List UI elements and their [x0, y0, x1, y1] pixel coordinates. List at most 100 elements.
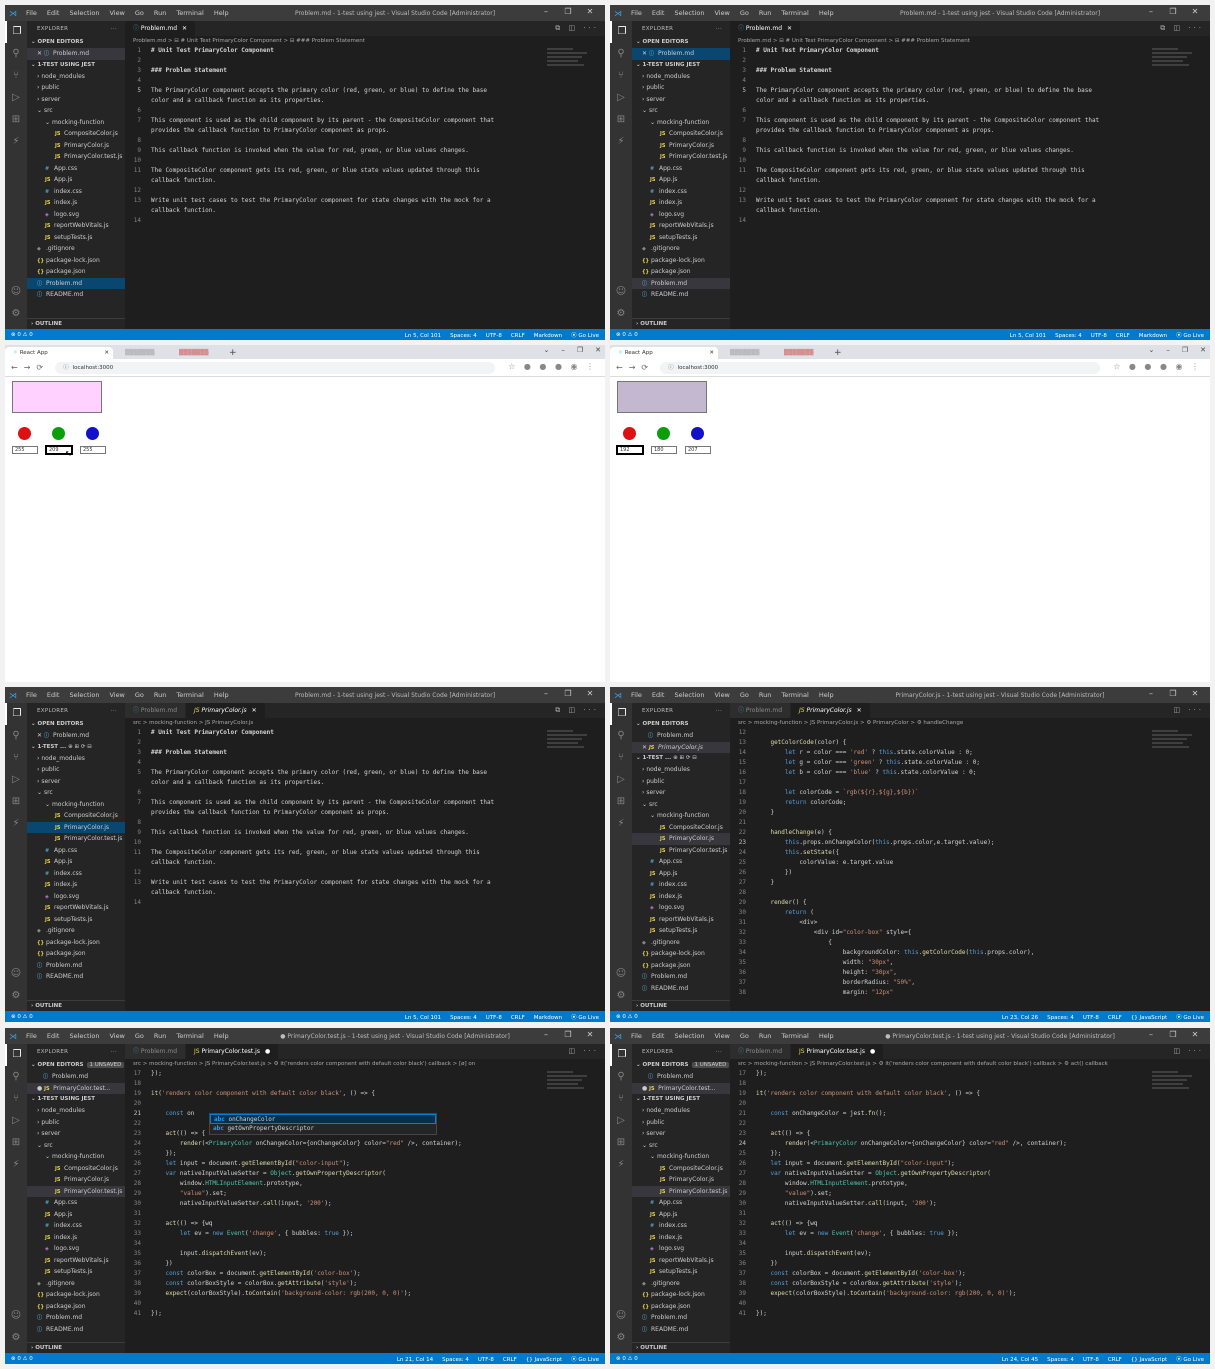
code-line[interactable]: 41});	[125, 1309, 545, 1319]
menu-view[interactable]: View	[714, 691, 729, 699]
code-line[interactable]: callback function.	[730, 176, 1150, 186]
code-line[interactable]: 20	[730, 1099, 1150, 1109]
file-package-lock[interactable]: {} package-lock.json	[632, 948, 730, 960]
search-icon[interactable]: ⚲	[5, 1066, 27, 1088]
file-report[interactable]: JS reportWebVitals.js	[27, 220, 125, 232]
code-line[interactable]: 27 var nativeInputValueSetter = Object.g…	[125, 1169, 545, 1179]
browser-tab-react-app[interactable]: ⚛ React App ✕	[610, 347, 718, 359]
file-primary[interactable]: JS PrimaryColor.js	[27, 1174, 125, 1186]
code-line[interactable]: 24 this.setState({	[730, 848, 1150, 858]
minimize-icon[interactable]: –	[1140, 689, 1162, 698]
minimap[interactable]	[547, 1069, 591, 1109]
open-editor-problem[interactable]: ✕ ⓘ Problem.md	[27, 730, 125, 742]
code-line[interactable]: color and a callback function as its pro…	[125, 96, 545, 106]
breadcrumb[interactable]: Problem.md > ⊟ # Unit Test PrimaryColor …	[730, 36, 1210, 46]
file-app-js[interactable]: JS App.js	[27, 174, 125, 186]
menu-help[interactable]: Help	[819, 691, 834, 699]
file-index-js[interactable]: JS index.js	[632, 891, 730, 903]
editor-actions-icon[interactable]: ◫ ···	[1173, 706, 1204, 714]
code-line[interactable]: 18	[730, 1079, 1150, 1089]
file-index-js[interactable]: JS index.js	[632, 197, 730, 209]
maximize-icon[interactable]: ❐	[557, 689, 579, 698]
file-problem[interactable]: ⓘ Problem.md	[632, 971, 730, 983]
menu-edit[interactable]: Edit	[652, 691, 665, 699]
menu-go[interactable]: Go	[135, 1032, 144, 1040]
menu-terminal[interactable]: Terminal	[176, 691, 203, 699]
file-package-lock[interactable]: {} package-lock.json	[27, 255, 125, 267]
file-logo[interactable]: ◈ logo.svg	[632, 1243, 730, 1255]
code-line[interactable]: 26 let input = document.getElementById("…	[125, 1159, 545, 1169]
code-line[interactable]: 20	[125, 1099, 545, 1109]
menu-file[interactable]: File	[631, 9, 642, 17]
code-line[interactable]: 32 act(() => {wq	[730, 1219, 1150, 1229]
address-bar[interactable]: ⓘ localhost:3000	[660, 361, 1101, 374]
file-primary[interactable]: JS PrimaryColor.js	[27, 821, 125, 833]
code-line[interactable]: 17});	[125, 1069, 545, 1079]
tab-close-icon[interactable]: ✕	[787, 25, 792, 32]
open-editors-section[interactable]: ⌄ OPEN EDITORS 1 UNSAVED	[632, 1060, 730, 1071]
menu-terminal[interactable]: Terminal	[176, 9, 203, 17]
open-editor-test[interactable]: ● JS PrimaryColor.test...	[632, 1082, 730, 1094]
folder-src[interactable]: ⌄ src	[632, 1140, 730, 1152]
folder-mocking-function[interactable]: ⌄ mocking-function	[27, 799, 125, 811]
breadcrumb[interactable]: src > mocking-function > JS PrimaryColor…	[125, 718, 605, 728]
minimize-icon[interactable]: –	[535, 689, 557, 698]
code-line[interactable]: 12	[730, 186, 1150, 196]
file-setup[interactable]: JS setupTests.js	[27, 232, 125, 244]
menu-run[interactable]: Run	[759, 691, 771, 699]
open-editors-section[interactable]: ⌄ OPEN EDITORS	[27, 719, 125, 730]
code-line[interactable]: 30 return (	[730, 908, 1150, 918]
menu-file[interactable]: File	[26, 691, 37, 699]
project-section[interactable]: ⌄ 1-TEST ... ⊕ ⊞ ⟳ ⊟	[27, 742, 125, 753]
close-icon[interactable]: ✕	[595, 346, 601, 354]
tab-close-icon[interactable]: ✕	[857, 707, 862, 714]
file-logo[interactable]: ◈ logo.svg	[27, 209, 125, 221]
folder-src[interactable]: ⌄ src	[27, 787, 125, 799]
code-line[interactable]: 7 This component is used as the child com…	[730, 116, 1150, 126]
project-section[interactable]: ⌄ 1-TEST USING JEST	[27, 1094, 125, 1105]
unsaved-dot-icon[interactable]: ●	[265, 1048, 270, 1055]
close-icon[interactable]: ✕	[579, 7, 601, 16]
menu-edit[interactable]: Edit	[47, 9, 60, 17]
folder-mocking-function[interactable]: ⌄ mocking-function	[27, 1151, 125, 1163]
code-line[interactable]: 36 })	[125, 1259, 545, 1269]
code-line[interactable]: 25 });	[730, 1149, 1150, 1159]
file-composite[interactable]: JS CompositeColor.js	[632, 128, 730, 140]
code-line[interactable]: provides the callback function to Primar…	[730, 126, 1150, 136]
minimap[interactable]	[1152, 1069, 1196, 1109]
file-index-css[interactable]: # index.css	[632, 1220, 730, 1232]
tab-primary[interactable]: JS PrimaryColor.js ✕	[186, 703, 266, 718]
maximize-icon[interactable]: ❐	[1182, 346, 1188, 354]
menu-run[interactable]: Run	[154, 691, 166, 699]
code-line[interactable]: 38 margin: "12px"	[730, 988, 1150, 998]
code-line[interactable]: callback function.	[125, 858, 545, 868]
code-line[interactable]: 2	[125, 738, 545, 748]
extensions-icon[interactable]: ⊞	[610, 1132, 632, 1154]
account-icon[interactable]: ☺	[5, 963, 27, 985]
tab-test[interactable]: JS PrimaryColor.test.js ●	[791, 1044, 885, 1059]
file-app-css[interactable]: # App.css	[632, 1197, 730, 1209]
red-input[interactable]: 255	[12, 446, 38, 454]
source-control-icon[interactable]: ⑂	[610, 1088, 632, 1110]
autocomplete-item[interactable]: abc onChangeColor	[210, 1114, 436, 1124]
open-editor-primary[interactable]: ✕ JS PrimaryColor.js	[632, 741, 730, 753]
file-primary-test[interactable]: JS PrimaryColor.test.js	[27, 833, 125, 845]
code-line[interactable]: 39 expect(colorBoxStyle).toContain('back…	[125, 1289, 545, 1299]
code-line[interactable]: 19 it('renders color component with defau…	[125, 1089, 545, 1099]
menu-terminal[interactable]: Terminal	[781, 1032, 808, 1040]
menu-selection[interactable]: Selection	[69, 9, 99, 17]
open-editor-problem[interactable]: ⓘ Problem.md	[27, 1071, 125, 1083]
explorer-icon[interactable]: ❐	[5, 703, 27, 725]
code-line[interactable]: 2	[125, 56, 545, 66]
file-app-js[interactable]: JS App.js	[27, 856, 125, 868]
menu-selection[interactable]: Selection	[69, 1032, 99, 1040]
code-line[interactable]: 19 return colorCode;	[730, 798, 1150, 808]
maximize-icon[interactable]: ❐	[1162, 689, 1184, 698]
maximize-icon[interactable]: ❐	[577, 346, 583, 354]
file-index-js[interactable]: JS index.js	[27, 197, 125, 209]
code-line[interactable]: 24 render(<PrimaryColor onChangeColor={o…	[730, 1139, 1150, 1149]
open-editor-problem[interactable]: ⓘ Problem.md	[632, 730, 730, 742]
code-line[interactable]: 21 const onChangeColor = jest.fn();	[730, 1109, 1150, 1119]
file-gitignore[interactable]: ◆ .gitignore	[27, 243, 125, 255]
file-readme[interactable]: ⓘ README.md	[632, 289, 730, 301]
